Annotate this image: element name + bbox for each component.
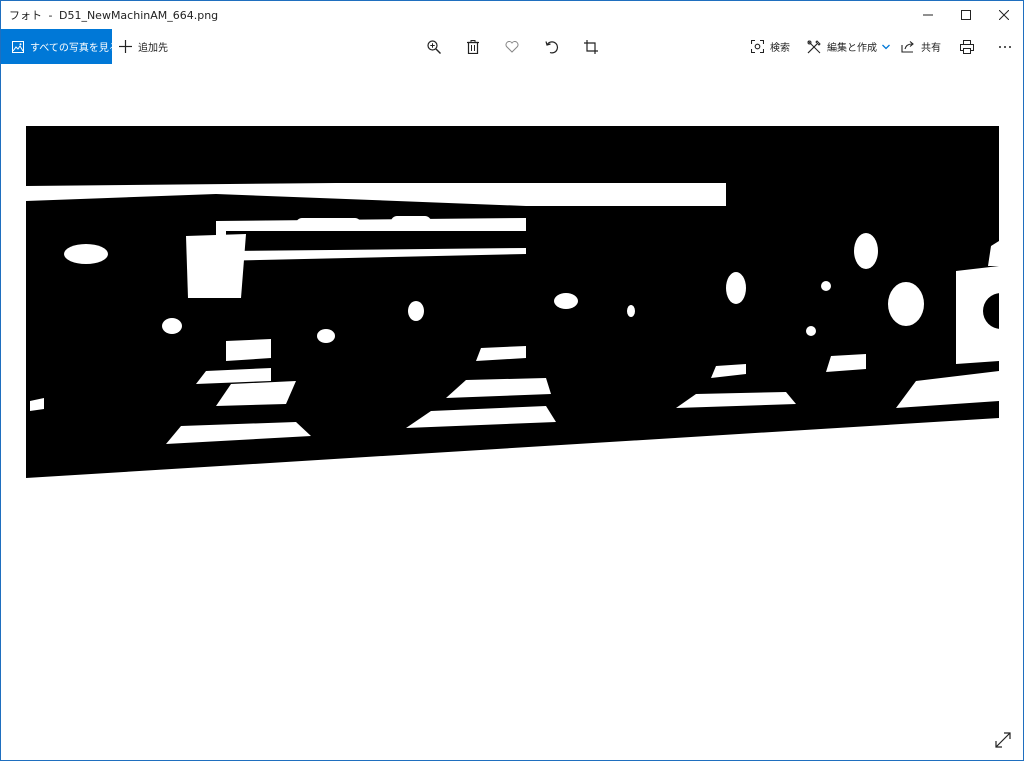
share-icon	[901, 40, 915, 53]
visual-search-icon	[751, 40, 764, 53]
edit-icon	[807, 39, 821, 54]
edit-create-label: 編集と作成	[827, 43, 877, 54]
rotate-button[interactable]	[536, 29, 568, 64]
search-label: 検索	[770, 43, 790, 54]
displayed-photo	[26, 126, 999, 478]
photos-icon	[12, 40, 24, 53]
photo-viewer[interactable]	[1, 64, 1023, 760]
rotate-icon	[545, 40, 559, 53]
chevron-down-icon	[882, 44, 890, 50]
close-icon	[999, 10, 1009, 20]
maximize-button[interactable]	[947, 1, 985, 29]
all-photos-button[interactable]: すべての写真を見る	[1, 29, 119, 64]
all-photos-label: すべての写真を見る	[30, 43, 119, 54]
favorite-button[interactable]	[496, 29, 528, 64]
title-bar[interactable]: フォト - D51_NewMachinAM_664.png	[1, 1, 1023, 29]
file-name: D51_NewMachinAM_664.png	[58, 9, 219, 22]
trash-icon	[467, 39, 479, 54]
crop-icon	[584, 39, 598, 54]
minimize-icon	[923, 14, 933, 16]
fullscreen-button[interactable]	[991, 728, 1015, 752]
plus-icon	[119, 40, 132, 53]
zoom-in-icon	[427, 39, 441, 54]
zoom-button[interactable]	[418, 29, 450, 64]
window-controls	[909, 1, 1023, 29]
print-icon	[960, 39, 974, 54]
delete-button[interactable]	[457, 29, 489, 64]
crop-button[interactable]	[575, 29, 607, 64]
minimize-button[interactable]	[909, 1, 947, 29]
more-icon	[999, 45, 1011, 48]
search-button[interactable]: 検索	[751, 29, 790, 64]
toolbar: すべての写真を見る 追加先 検索 編集と作成 共有	[1, 29, 1023, 64]
close-button[interactable]	[985, 1, 1023, 29]
add-to-button[interactable]: 追加先	[119, 29, 168, 64]
more-button[interactable]	[989, 29, 1021, 64]
edit-create-button[interactable]: 編集と作成	[807, 29, 890, 64]
app-name: フォト	[9, 9, 42, 22]
print-button[interactable]	[951, 29, 983, 64]
window-title: フォト - D51_NewMachinAM_664.png	[9, 7, 218, 23]
share-button[interactable]: 共有	[901, 29, 941, 64]
share-label: 共有	[921, 43, 941, 54]
expand-icon	[995, 732, 1011, 748]
maximize-icon	[961, 10, 971, 20]
add-to-label: 追加先	[138, 43, 168, 54]
heart-icon	[505, 40, 519, 53]
photos-app-window: フォト - D51_NewMachinAM_664.png すべての写真を見る	[0, 0, 1024, 761]
title-separator: -	[48, 9, 53, 22]
